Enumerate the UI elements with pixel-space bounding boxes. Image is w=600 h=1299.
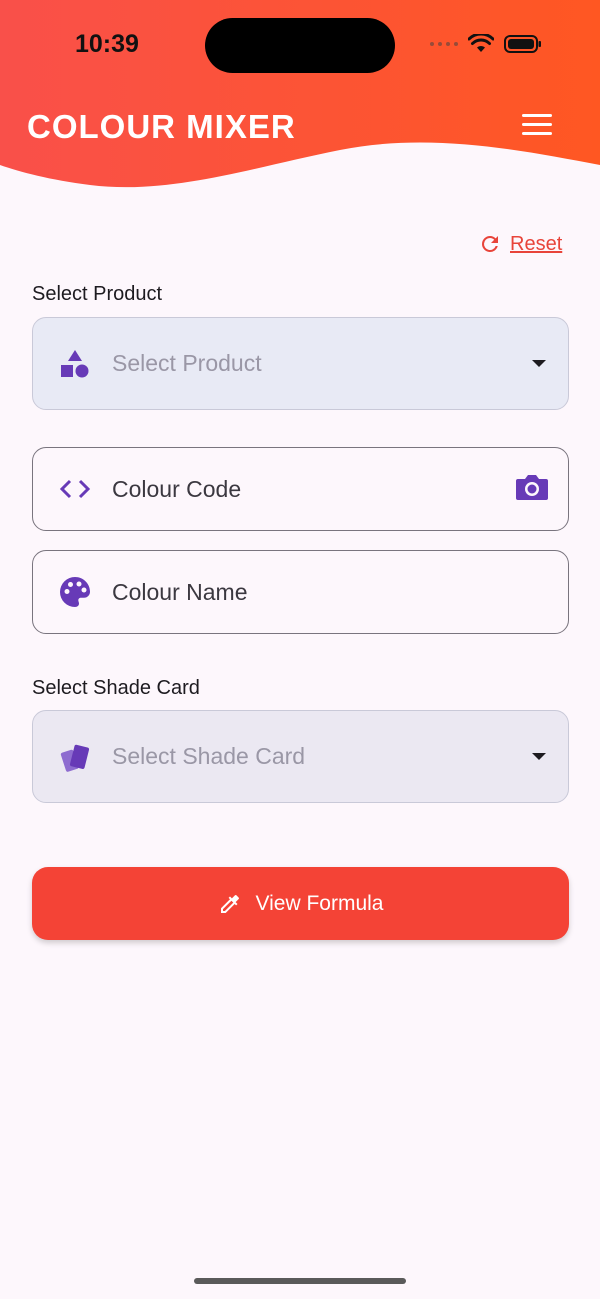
status-time: 10:39	[75, 30, 139, 58]
hamburger-icon	[522, 114, 552, 117]
home-indicator[interactable]	[194, 1278, 406, 1284]
dynamic-island	[205, 18, 395, 73]
select-product-dropdown[interactable]: Select Product	[32, 317, 569, 410]
app-header: 10:39 COLOUR MIXER	[0, 0, 600, 200]
cellular-signal-icon	[430, 42, 458, 46]
select-shade-card-placeholder: Select Shade Card	[112, 743, 306, 769]
menu-button[interactable]	[522, 114, 556, 142]
colour-name-field[interactable]: Colour Name	[32, 550, 569, 634]
dropdown-arrow-icon	[532, 753, 546, 760]
refresh-icon	[482, 236, 498, 252]
colour-code-placeholder: Colour Code	[112, 475, 242, 502]
reset-button[interactable]: Reset	[478, 232, 562, 256]
select-shade-card-label: Select Shade Card	[32, 677, 200, 699]
colour-code-field[interactable]: Colour Code	[32, 447, 569, 531]
select-product-label: Select Product	[32, 283, 163, 305]
eyedropper-icon	[220, 894, 239, 913]
dropdown-arrow-icon	[532, 360, 546, 367]
select-product-placeholder: Select Product	[112, 350, 262, 376]
colour-name-placeholder: Colour Name	[112, 578, 248, 605]
wifi-icon	[468, 34, 494, 52]
view-formula-label: View Formula	[255, 891, 384, 915]
camera-icon[interactable]	[515, 473, 549, 506]
view-formula-button[interactable]: View Formula	[32, 867, 569, 940]
code-icon	[55, 469, 95, 509]
swatch-cards-icon	[55, 737, 95, 777]
shapes-icon	[55, 344, 95, 384]
app-title: COLOUR MIXER	[27, 108, 296, 145]
reset-label: Reset	[510, 232, 563, 255]
battery-icon	[504, 35, 541, 53]
screen: 10:39 COLOUR MIXER Reset Select Product …	[0, 0, 600, 1299]
select-shade-card-dropdown[interactable]: Select Shade Card	[32, 710, 569, 803]
palette-icon	[55, 572, 95, 612]
status-icons	[430, 32, 542, 56]
